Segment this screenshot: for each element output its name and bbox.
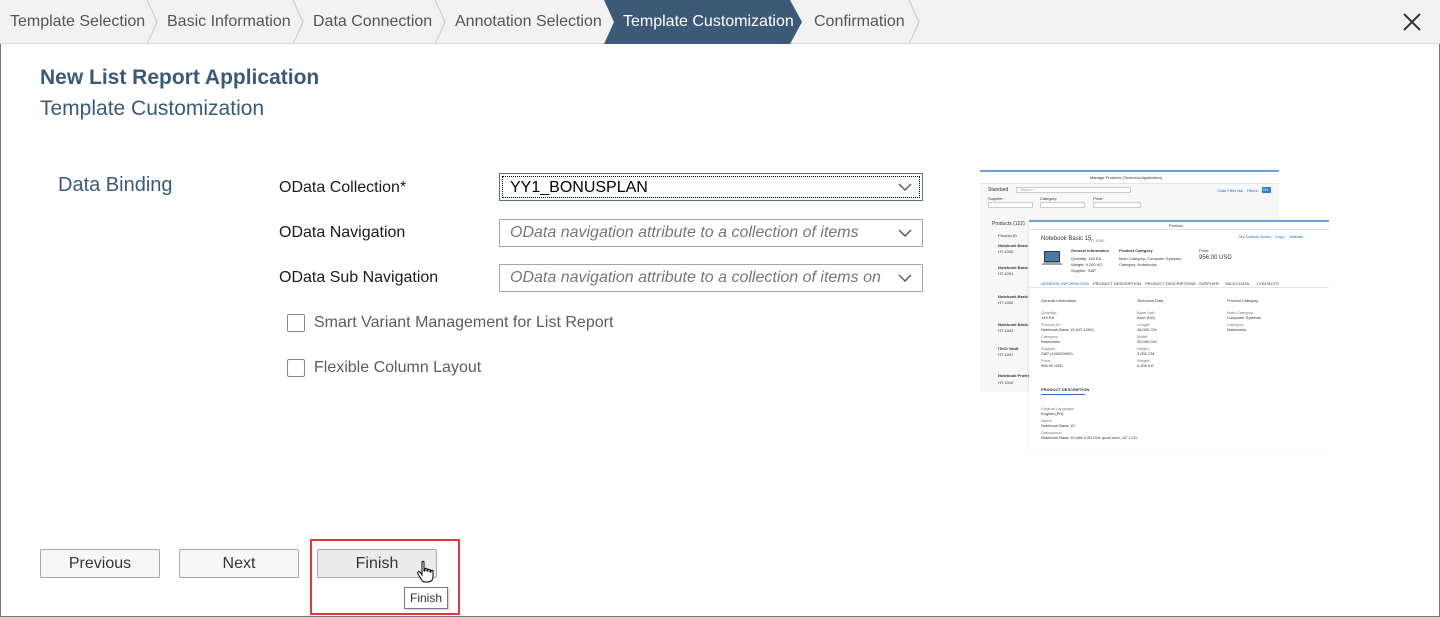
preview-table-header: Products (122)	[992, 221, 1025, 227]
preview-pc-header: Product Category	[1119, 248, 1153, 253]
preview-filters-btn: Filters	[1247, 188, 1258, 193]
smart-variant-checkbox[interactable]	[287, 314, 305, 332]
section-data-binding-label: Data Binding	[58, 174, 173, 196]
preview-field: Notebooks	[1041, 339, 1061, 344]
preview-field: 30.000 CM	[1137, 339, 1157, 344]
smart-variant-label[interactable]: Smart Variant Management for List Report	[314, 314, 613, 332]
preview-back-title: Manage Products (Technical Application)	[1090, 175, 1163, 180]
preview-col-header: General Information	[1041, 298, 1077, 303]
preview-tab: CONTACTS	[1257, 281, 1279, 286]
preview-field: 18.000 CM	[1137, 327, 1157, 332]
preview-tab: PRODUCT DESCRIPTION	[1093, 281, 1142, 286]
preview-filter-category: Category:	[1040, 196, 1058, 201]
chevron-down-icon[interactable]	[898, 182, 912, 192]
close-icon[interactable]	[1400, 10, 1424, 34]
preview-action: Validate	[1289, 234, 1304, 239]
preview-filter-supplier: Supplier:	[988, 196, 1004, 201]
wizard-steps-bar: Template Selection Basic Information Dat…	[0, 0, 1440, 44]
preview-field: 3.000 CM	[1137, 351, 1155, 356]
odata-collection-value: YY1_BONUSPLAN	[510, 179, 648, 196]
preview-tab: PRODUCT DESCRIPTIONS	[1145, 281, 1196, 286]
preview-field: Computer Systems	[1227, 315, 1262, 320]
step-separator-icon	[908, 0, 920, 44]
preview-object-page: Product Notebook Basic 15 HT-1000 My Cus…	[1029, 220, 1329, 450]
preview-field: Notebook Basic 15 (HT-1000)	[1041, 327, 1094, 332]
preview-field: 4.200 KG	[1137, 363, 1154, 368]
preview-hide-filter-bar: Hide Filter Bar	[1218, 188, 1244, 193]
page-title: New List Report Application	[40, 66, 320, 89]
odata-sub-navigation-select[interactable]: OData navigation attribute to a collecti…	[499, 264, 923, 292]
preview-field: SAP (100000000)	[1041, 351, 1073, 356]
finish-tooltip: Finish	[404, 587, 449, 609]
step-label: Confirmation	[814, 13, 905, 30]
preview-action: Copy	[1275, 234, 1285, 239]
preview-col-header: Product Category	[1227, 298, 1259, 303]
odata-sub-navigation-placeholder: OData navigation attribute to a collecti…	[510, 269, 885, 286]
laptop-icon	[1041, 251, 1063, 265]
step-label: Template Selection	[10, 13, 146, 30]
step-data-connection[interactable]: Data Connection	[298, 0, 446, 44]
preview-field: English (EN)	[1041, 411, 1064, 416]
page-subtitle: Template Customization	[40, 97, 265, 120]
preview-field: Notebook Basic 15	[1041, 423, 1075, 428]
preview-supplier: Supplier: SAP	[1071, 268, 1096, 273]
preview-price: 956.00 USD	[1199, 255, 1232, 261]
preview-col-header: Technical Data	[1137, 298, 1164, 303]
preview-quantity: Quantity: 149 EA	[1071, 256, 1102, 261]
preview-tab: GENERAL INFORMATION	[1041, 281, 1089, 286]
step-label: Data Connection	[313, 13, 433, 30]
preview-front-title: Product	[1169, 223, 1183, 228]
preview-desc-header: PRODUCT DESCRIPTION	[1041, 387, 1090, 392]
preview-tab: SALES DATA	[1225, 281, 1250, 286]
preview-row: HT-1000	[998, 249, 1014, 254]
preview-gi-header: General Information	[1071, 248, 1110, 253]
flexible-column-checkbox[interactable]	[287, 359, 305, 377]
step-template-customization[interactable]: Template Customization	[604, 0, 802, 44]
preview-go: Go	[1263, 187, 1269, 192]
odata-collection-select[interactable]: YY1_BONUSPLAN	[499, 173, 923, 201]
odata-navigation-placeholder: OData navigation attribute to a collecti…	[510, 224, 859, 241]
step-label: Basic Information	[167, 13, 291, 30]
preview-main-category: Main Category: Computer Systems	[1119, 256, 1182, 261]
preview-product-name: Notebook Basic 15	[1041, 236, 1092, 242]
chevron-down-icon[interactable]	[898, 228, 912, 238]
preview-row: HT-1003	[998, 328, 1014, 333]
odata-navigation-label: OData Navigation	[279, 224, 406, 241]
step-annotation-selection[interactable]: Annotation Selection	[440, 0, 604, 44]
preview-tab: SUPPLIER	[1199, 281, 1219, 286]
preview-row: HT-1010	[998, 380, 1014, 385]
preview-row: HT-1001	[998, 271, 1014, 276]
preview-field: each (EA)	[1137, 315, 1155, 320]
odata-collection-label: OData Collection*	[279, 179, 407, 196]
next-button[interactable]: Next	[179, 549, 299, 578]
preview-field: Notebooks	[1227, 327, 1247, 332]
chevron-down-icon[interactable]	[898, 273, 912, 283]
template-preview-image: Manage Products (Technical Application) …	[980, 170, 1329, 450]
odata-navigation-select[interactable]: OData navigation attribute to a collecti…	[499, 219, 923, 247]
preview-weight: Weight: 4.200 KG	[1071, 262, 1103, 267]
step-label: Template Customization	[623, 13, 794, 30]
step-label: Annotation Selection	[455, 13, 602, 30]
preview-field: 149 EA	[1041, 315, 1055, 320]
previous-button[interactable]: Previous	[40, 549, 160, 578]
preview-row: HT-1002	[998, 300, 1014, 305]
preview-filter-price: Price:	[1093, 196, 1104, 201]
flexible-column-label[interactable]: Flexible Column Layout	[314, 359, 481, 377]
preview-category: Category: Notebooks	[1119, 262, 1157, 267]
preview-row: HT-1007	[998, 352, 1014, 357]
preview-price-label: Price:	[1199, 248, 1210, 253]
preview-product-id: HT-1000	[1089, 238, 1105, 243]
step-template-selection[interactable]: Template Selection	[0, 0, 158, 44]
preview-field: 956.00 USD	[1041, 363, 1063, 368]
hand-cursor-icon	[417, 560, 434, 583]
step-basic-information[interactable]: Basic Information	[152, 0, 304, 44]
step-confirmation[interactable]: Confirmation	[800, 0, 922, 44]
preview-action: My Custom Action	[1239, 234, 1272, 239]
preview-search-placeholder: Search	[1020, 187, 1033, 192]
preview-row: ITelO Vault	[998, 346, 1019, 351]
preview-field: Notebook Basic 15 with 2,80 GHz quad cor…	[1041, 435, 1139, 440]
preview-col-product-id: Product ID	[998, 233, 1017, 238]
preview-standard: Standard	[988, 187, 1009, 193]
odata-sub-navigation-label: OData Sub Navigation	[279, 269, 439, 286]
